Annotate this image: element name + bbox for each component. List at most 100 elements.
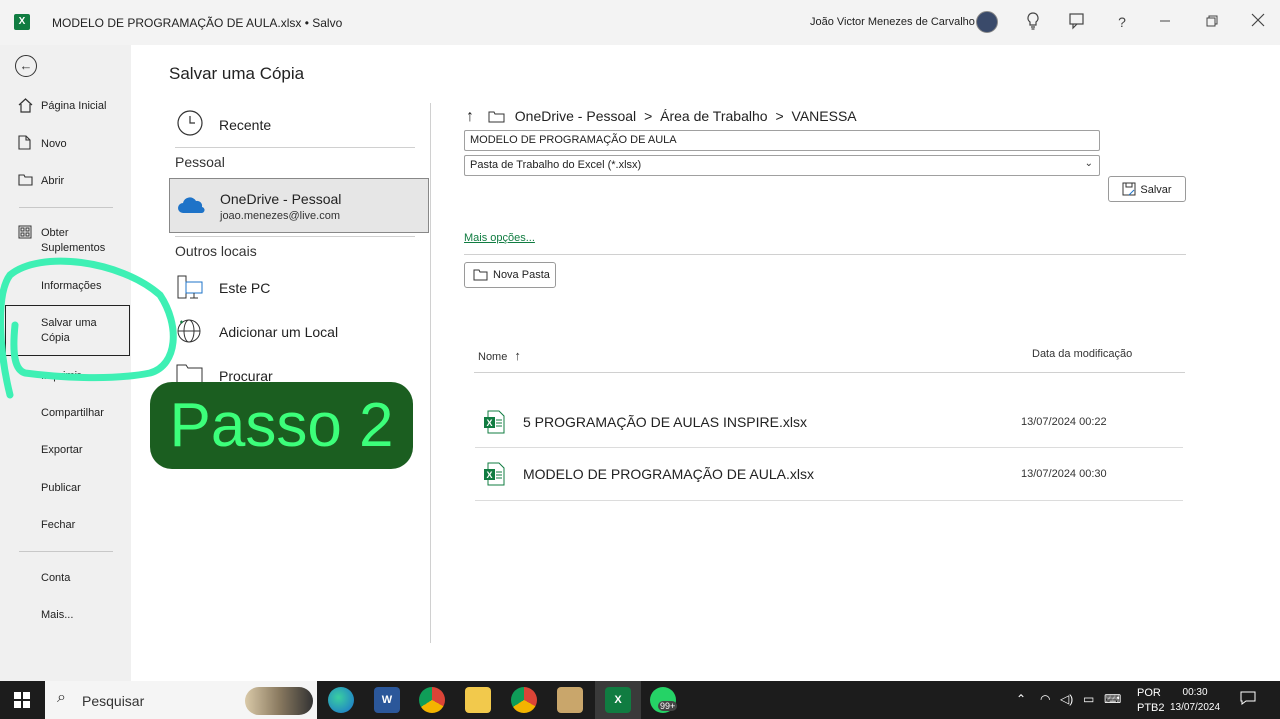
whatsapp-icon[interactable]: 99+ (650, 687, 678, 713)
windows-start-icon[interactable] (14, 692, 30, 708)
home-icon (18, 98, 34, 114)
chrome-icon[interactable] (419, 687, 445, 713)
column-header-name[interactable]: Nome ↑ (478, 348, 521, 363)
divider (464, 254, 1186, 255)
nav-open[interactable]: Abrir (41, 174, 64, 189)
breadcrumb-vanessa[interactable]: VANESSA (792, 108, 857, 124)
section-personal: Pessoal (175, 154, 225, 170)
save-button[interactable]: Salvar (1108, 176, 1186, 202)
paint-icon[interactable] (557, 687, 583, 713)
chevron-down-icon: ⌄ (1084, 158, 1093, 169)
nav-close[interactable]: Fechar (41, 518, 75, 533)
wifi-icon[interactable]: ◠ (1040, 692, 1050, 706)
location-onedrive[interactable]: OneDrive - Pessoal joao.menezes@live.com (169, 178, 429, 233)
help-icon[interactable]: ? (1112, 12, 1132, 32)
column-name-label: Nome (478, 351, 508, 363)
divider (475, 500, 1183, 501)
file-name: 5 PROGRAMAÇÃO DE AULAS INSPIRE.xlsx (523, 414, 807, 430)
excel-logo-icon: X (14, 14, 30, 30)
nav-get-addins[interactable]: Obter Suplementos (41, 226, 116, 256)
volume-icon[interactable]: ◁) (1060, 692, 1073, 706)
section-other-locations: Outros locais (175, 243, 257, 259)
file-name-field[interactable]: MODELO DE PROGRAMAÇÃO DE AULA (464, 130, 1100, 151)
nav-new[interactable]: Novo (41, 137, 67, 152)
clock-icon (177, 110, 203, 136)
search-icon: ⌕ (57, 689, 66, 706)
open-folder-icon (18, 173, 34, 189)
column-header-modified[interactable]: Data da modificação (1032, 348, 1132, 360)
more-options-link[interactable]: Mais opções... (464, 232, 535, 244)
chrome-profile-icon[interactable] (511, 687, 537, 713)
file-explorer-icon[interactable] (465, 687, 491, 713)
step-badge: Passo 2 (150, 382, 413, 469)
battery-icon[interactable]: ▭ (1083, 692, 1094, 706)
new-folder-label: Nova Pasta (493, 269, 550, 281)
taskbar-search[interactable]: ⌕ Pesquisar (45, 681, 317, 719)
search-highlight-image (245, 687, 313, 715)
file-type-value: Pasta de Trabalho do Excel (*.xlsx) (470, 159, 642, 171)
language-indicator[interactable]: POR PTB2 (1137, 686, 1165, 716)
file-name: MODELO DE PROGRAMAÇÃO DE AULA.xlsx (523, 466, 814, 482)
divider (430, 103, 431, 643)
edge-icon[interactable] (328, 687, 354, 713)
keyboard-icon[interactable]: ⌨ (1104, 692, 1121, 706)
document-title: MODELO DE PROGRAMAÇÃO DE AULA.xlsx • Sal… (52, 16, 343, 30)
computer-icon (177, 275, 203, 299)
divider (175, 147, 415, 148)
feedback-icon[interactable] (1067, 12, 1087, 32)
nav-share[interactable]: Compartilhar (41, 406, 104, 421)
nav-export[interactable]: Exportar (41, 443, 83, 458)
nav-home[interactable]: Página Inicial (41, 99, 106, 114)
notifications-icon[interactable] (1240, 690, 1256, 711)
location-this-pc[interactable]: Este PC (169, 266, 429, 310)
minimize-icon[interactable] (1155, 12, 1175, 32)
nav-publish[interactable]: Publicar (41, 481, 81, 496)
folder-icon (488, 111, 505, 123)
excel-file-icon: X (484, 462, 505, 486)
search-placeholder: Pesquisar (82, 693, 145, 709)
page-title: Salvar uma Cópia (169, 64, 305, 83)
folder-icon (176, 364, 203, 384)
onedrive-label: OneDrive - Pessoal (220, 191, 342, 207)
up-arrow-icon[interactable]: ↑ (466, 108, 474, 125)
svg-text:X: X (486, 470, 492, 480)
location-add-place[interactable]: Adicionar um Local (169, 310, 429, 354)
lightbulb-icon[interactable] (1023, 12, 1043, 32)
list-item[interactable]: X 5 PROGRAMAÇÃO DE AULAS INSPIRE.xlsx 13… (475, 396, 1183, 448)
breadcrumb-separator: > (775, 108, 784, 124)
file-date: 13/07/2024 00:30 (1021, 468, 1107, 480)
new-folder-button[interactable]: Nova Pasta (464, 262, 556, 288)
list-item[interactable]: X MODELO DE PROGRAMAÇÃO DE AULA.xlsx 13/… (475, 448, 1183, 500)
breadcrumb-desktop[interactable]: Área de Trabalho (660, 108, 767, 124)
onedrive-cloud-icon (178, 197, 205, 214)
chevron-up-icon[interactable]: ⌃ (1016, 692, 1026, 706)
svg-text:X: X (486, 418, 492, 428)
save-button-label: Salvar (1140, 184, 1172, 196)
nav-more[interactable]: Mais... (41, 608, 73, 623)
close-icon[interactable] (1248, 12, 1268, 32)
clock[interactable]: 00:30 13/07/2024 (1170, 685, 1220, 715)
breadcrumb-onedrive[interactable]: OneDrive - Pessoal (515, 108, 636, 124)
excel-taskbar-icon[interactable]: X (605, 687, 631, 713)
keyboard-layout: PTB2 (1137, 702, 1165, 714)
highlight-circle-annotation (0, 257, 177, 399)
save-icon (1122, 182, 1136, 196)
location-recent-label: Recente (219, 117, 272, 133)
word-icon[interactable]: W (374, 687, 400, 713)
nav-account[interactable]: Conta (41, 571, 70, 586)
location-recent[interactable]: Recente (169, 102, 429, 146)
breadcrumb-separator: > (644, 108, 653, 124)
file-type-select[interactable]: Pasta de Trabalho do Excel (*.xlsx) ⌄ (464, 155, 1100, 176)
title-bar: X MODELO DE PROGRAMAÇÃO DE AULA.xlsx • S… (0, 0, 1280, 45)
sort-up-icon: ↑ (514, 348, 521, 363)
restore-icon[interactable] (1202, 12, 1222, 32)
onedrive-email: joao.menezes@live.com (220, 210, 340, 222)
taskbar: ⌕ Pesquisar W X 99+ ⌃ ◠ ◁) ▭ ⌨ POR PTB2 … (0, 681, 1280, 719)
avatar[interactable] (976, 11, 998, 33)
add-place-label: Adicionar um Local (219, 324, 339, 340)
back-arrow-icon[interactable]: ← (15, 55, 37, 77)
user-name[interactable]: João Victor Menezes de Carvalho (810, 16, 975, 28)
divider (19, 207, 113, 208)
folder-icon (473, 269, 488, 281)
divider (19, 551, 113, 552)
